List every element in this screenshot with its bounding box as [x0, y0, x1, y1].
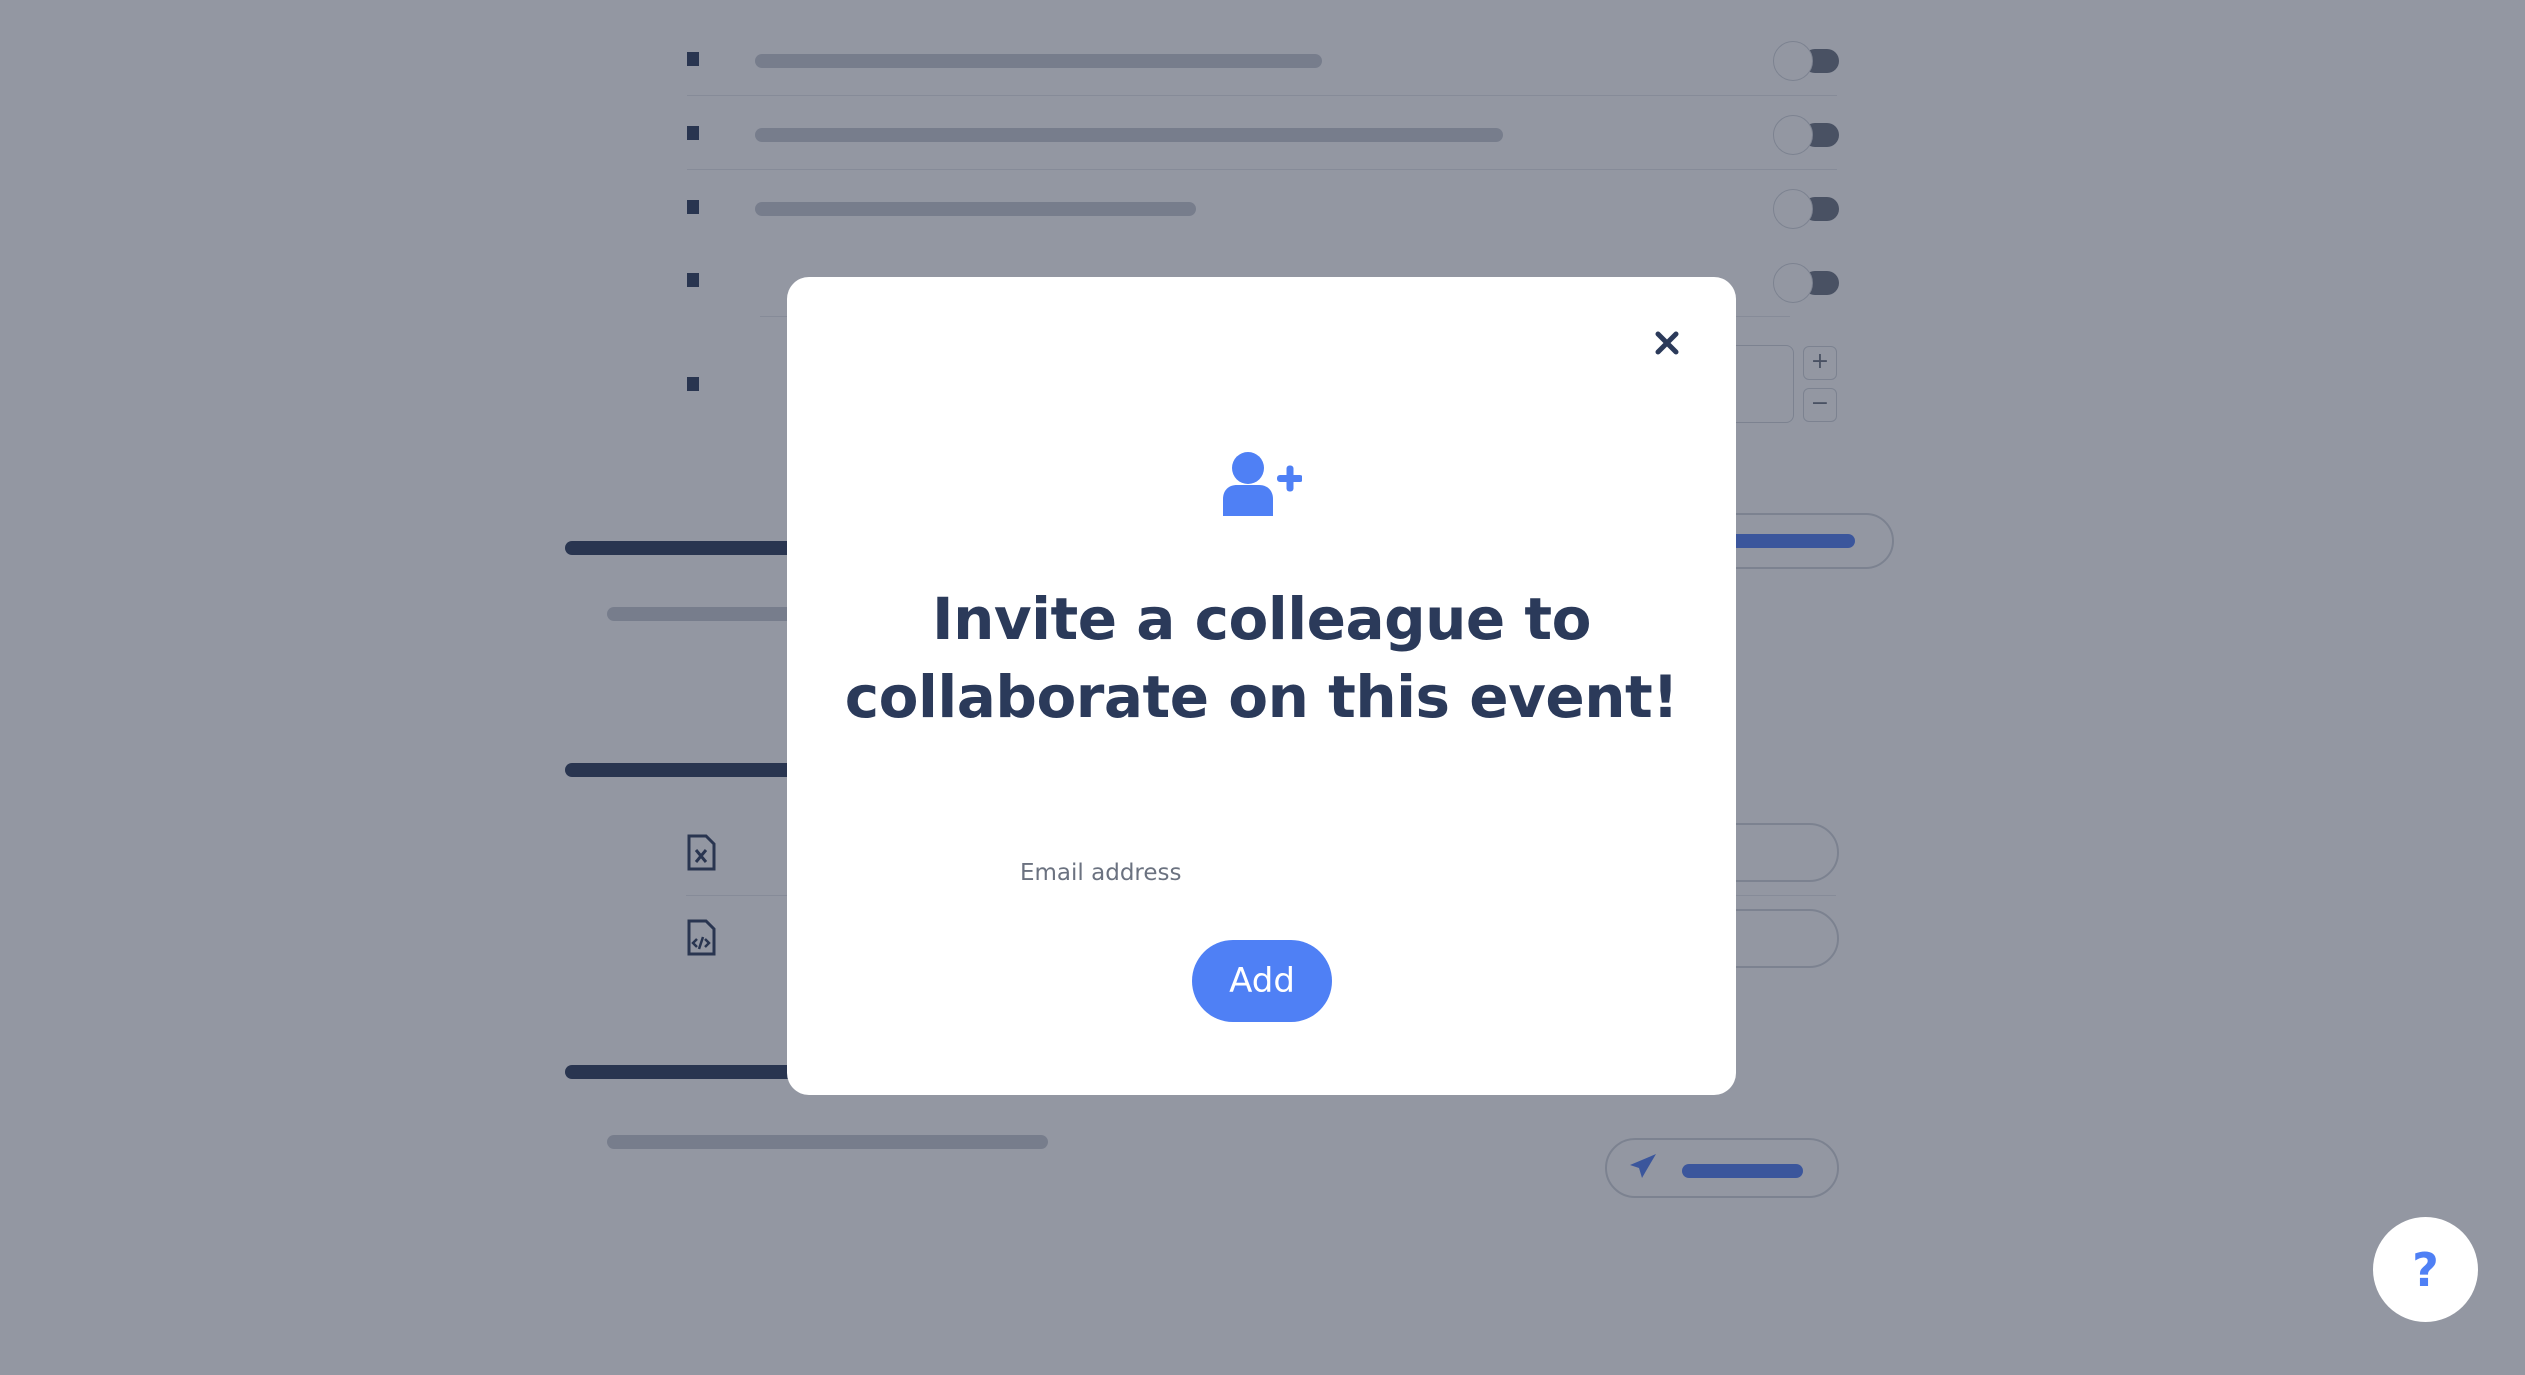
- close-icon: [1655, 331, 1679, 355]
- email-label: Email address: [1020, 860, 1182, 886]
- close-button[interactable]: [1650, 326, 1684, 360]
- help-button[interactable]: ?: [2373, 1217, 2478, 1322]
- help-icon: ?: [2412, 1242, 2439, 1297]
- email-input[interactable]: [1020, 892, 1504, 930]
- add-button[interactable]: Add: [1192, 940, 1332, 1022]
- user-plus-icon: [1222, 451, 1303, 516]
- modal-title: Invite a colleague to collaborate on thi…: [844, 585, 1679, 731]
